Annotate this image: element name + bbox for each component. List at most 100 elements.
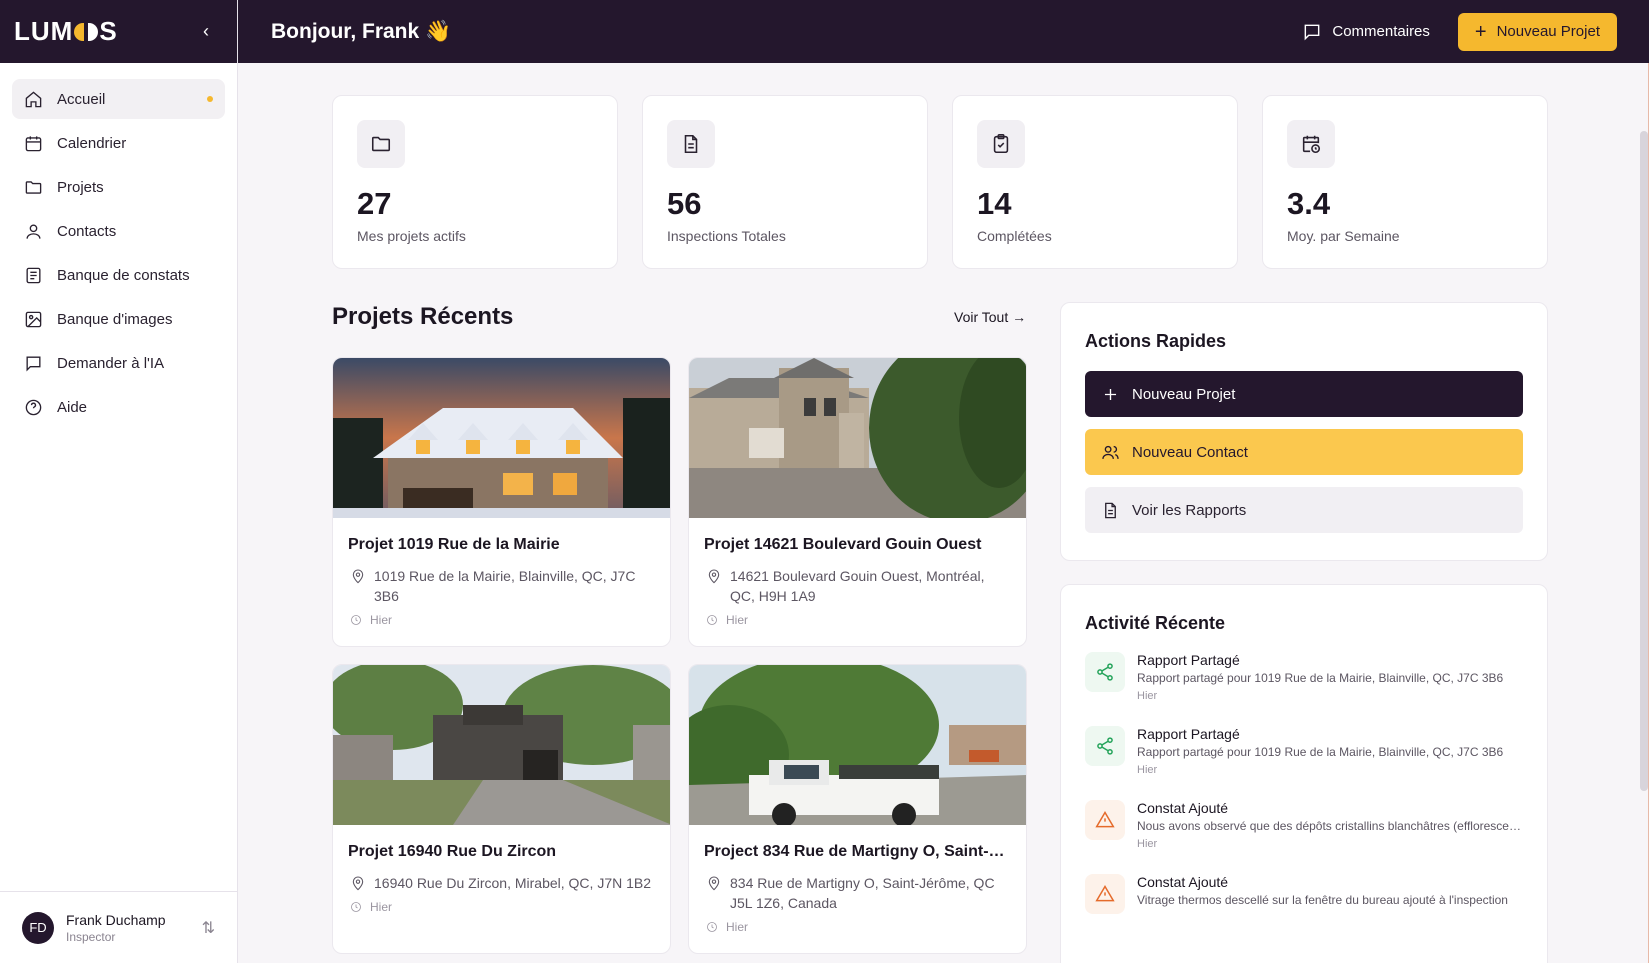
calendar-icon <box>25 135 42 151</box>
sidebar-item-banque-images[interactable]: Banque d'images <box>12 299 225 339</box>
sidebar-item-label: Banque d'images <box>57 310 173 328</box>
quick-actions-title: Actions Rapides <box>1085 331 1227 351</box>
activity-time: Hier <box>1137 764 1158 776</box>
activity-title: Rapport Partagé <box>1137 652 1240 668</box>
project-card[interactable]: Projet 16940 Rue Du Zircon 16940 Rue Du … <box>332 664 671 954</box>
project-address: 16940 Rue Du Zircon, Mirabel, QC, J7N 1B… <box>348 873 654 893</box>
new-project-label: Nouveau Projet <box>1496 23 1600 40</box>
sidebar-item-contacts[interactable]: Contacts <box>12 211 225 251</box>
stat-card-completed: 14 Complétées <box>952 95 1238 269</box>
stat-value: 14 <box>977 186 1012 221</box>
project-address: 834 Rue de Martigny O, Saint-Jérôme, QC … <box>704 873 1010 913</box>
warning-triangle-icon <box>1095 885 1115 902</box>
stat-value: 27 <box>357 186 392 221</box>
activity-item[interactable]: Rapport Partagé Rapport partagé pour 101… <box>1085 652 1523 702</box>
activity-item[interactable]: Rapport Partagé Rapport partagé pour 101… <box>1085 726 1523 776</box>
stat-icon-box <box>977 120 1025 168</box>
stat-card-total-inspections: 56 Inspections Totales <box>642 95 928 269</box>
project-time: Hier <box>704 920 1010 934</box>
project-card[interactable]: Project 834 Rue de Martigny O, Saint-Jér… <box>688 664 1027 954</box>
activity-item[interactable]: Constat Ajouté Vitrage thermos descellé … <box>1085 874 1523 914</box>
message-square-icon <box>1305 24 1320 40</box>
activity-description: Rapport partagé pour 1019 Rue de la Mair… <box>1137 745 1504 759</box>
sidebar-item-label: Calendrier <box>57 134 127 152</box>
calendar-clock-icon <box>1302 135 1321 154</box>
app-root: LUM S ‹ Accueil Calendrier Projets Contac… <box>0 0 1649 963</box>
help-icon <box>25 399 42 415</box>
project-card[interactable]: Projet 14621 Boulevard Gouin Ouest 14621… <box>688 357 1027 647</box>
user-name: Frank Duchamp <box>66 911 166 928</box>
quick-view-reports-button[interactable]: Voir les Rapports <box>1085 487 1523 533</box>
stats-row: 27 Mes projets actifs 56 Inspections Tot… <box>332 95 1548 269</box>
share-icon <box>1097 663 1113 681</box>
activity-text: Rapport Partagé Rapport partagé pour 101… <box>1137 726 1523 776</box>
activity-text: Constat Ajouté Vitrage thermos descellé … <box>1137 874 1523 914</box>
project-card[interactable]: Projet 1019 Rue de la Mairie 1019 Rue de… <box>332 357 671 647</box>
top-bar: Bonjour, Frank 👋 Commentaires + Nouveau … <box>238 0 1649 63</box>
switch-account-icon: ⇅ <box>201 919 215 937</box>
project-address-text: 1019 Rue de la Mairie, Blainville, QC, J… <box>374 568 636 604</box>
folder-icon <box>371 136 391 152</box>
quick-new-contact-button[interactable]: Nouveau Contact <box>1085 429 1523 475</box>
plus-icon <box>1104 388 1117 400</box>
sidebar-item-projets[interactable]: Projets <box>12 167 225 207</box>
sidebar-item-demander-ia[interactable]: Demander à l'IA <box>12 343 225 383</box>
user-info: Frank Duchamp Inspector <box>66 912 166 944</box>
clock-icon <box>707 922 717 932</box>
activity-icon-box <box>1085 874 1125 914</box>
stat-card-weekly-average: 3.4 Moy. par Semaine <box>1262 95 1548 269</box>
user-profile-switcher[interactable]: FD Frank Duchamp Inspector ⇅ <box>0 891 237 963</box>
quick-new-contact-label: Nouveau Contact <box>1132 443 1248 461</box>
page-title: Bonjour, Frank 👋 <box>271 19 452 43</box>
map-pin-icon <box>708 876 720 891</box>
project-time-text: Hier <box>370 900 393 914</box>
activity-icon-box <box>1085 652 1125 692</box>
project-address-text: 14621 Boulevard Gouin Ouest, Montréal, Q… <box>730 568 985 604</box>
see-all-link[interactable]: Voir Tout → <box>954 309 1026 325</box>
map-pin-icon <box>352 876 364 891</box>
user-icon <box>26 223 41 239</box>
activity-description: Nous avons observé que des dépôts crista… <box>1137 819 1527 833</box>
comments-button[interactable]: Commentaires <box>1302 22 1430 42</box>
sidebar-item-label: Banque de constats <box>57 266 190 284</box>
share-icon <box>1097 737 1113 755</box>
chat-icon <box>26 355 41 371</box>
project-card-body: Projet 1019 Rue de la Mairie 1019 Rue de… <box>333 518 670 627</box>
activity-text: Rapport Partagé Rapport partagé pour 101… <box>1137 652 1523 702</box>
sidebar-item-banque-constats[interactable]: Banque de constats <box>12 255 225 295</box>
project-photo <box>333 358 670 518</box>
activity-text: Constat Ajouté Nous avons observé que de… <box>1137 800 1527 850</box>
sidebar-item-label: Accueil <box>57 90 106 108</box>
sidebar-item-calendrier[interactable]: Calendrier <box>12 123 225 163</box>
quick-new-project-button[interactable]: Nouveau Projet <box>1085 371 1523 417</box>
new-project-button[interactable]: + Nouveau Projet <box>1457 12 1617 51</box>
recent-activity-title: Activité Récente <box>1085 613 1226 633</box>
activity-time: Hier <box>1137 838 1158 850</box>
activity-title: Constat Ajouté <box>1137 800 1229 816</box>
sidebar-item-accueil[interactable]: Accueil <box>12 79 225 119</box>
sidebar-item-label: Aide <box>57 398 88 416</box>
main-scrollbar[interactable] <box>1640 131 1648 791</box>
collapse-sidebar-button[interactable]: ‹ <box>203 21 209 42</box>
activity-description: Rapport partagé pour 1019 Rue de la Mair… <box>1137 671 1504 685</box>
stat-label: Moy. par Semaine <box>1287 228 1400 244</box>
activity-icon-box <box>1085 726 1125 766</box>
document-icon <box>684 134 698 154</box>
sidebar: LUM S ‹ Accueil Calendrier Projets Contac… <box>0 0 238 963</box>
users-icon <box>1102 445 1119 459</box>
notes-icon <box>26 267 41 283</box>
sidebar-header: LUM S ‹ <box>0 0 237 63</box>
quick-actions-panel: Actions Rapides Nouveau Projet Nouveau C… <box>1060 302 1548 561</box>
recent-projects-title: Projets Récents <box>332 303 514 330</box>
project-address: 14621 Boulevard Gouin Ouest, Montréal, Q… <box>704 566 1010 606</box>
sidebar-item-aide[interactable]: Aide <box>12 387 225 427</box>
clock-icon <box>351 615 361 625</box>
project-photo <box>689 358 1026 518</box>
activity-item[interactable]: Constat Ajouté Nous avons observé que de… <box>1085 800 1527 850</box>
clock-icon <box>707 615 717 625</box>
clock-icon <box>351 902 361 912</box>
warning-triangle-icon <box>1095 811 1115 828</box>
top-actions: Commentaires + Nouveau Projet <box>1302 12 1617 51</box>
activity-description: Vitrage thermos descellé sur la fenêtre … <box>1137 893 1508 907</box>
logo-mark-icon <box>74 20 99 44</box>
